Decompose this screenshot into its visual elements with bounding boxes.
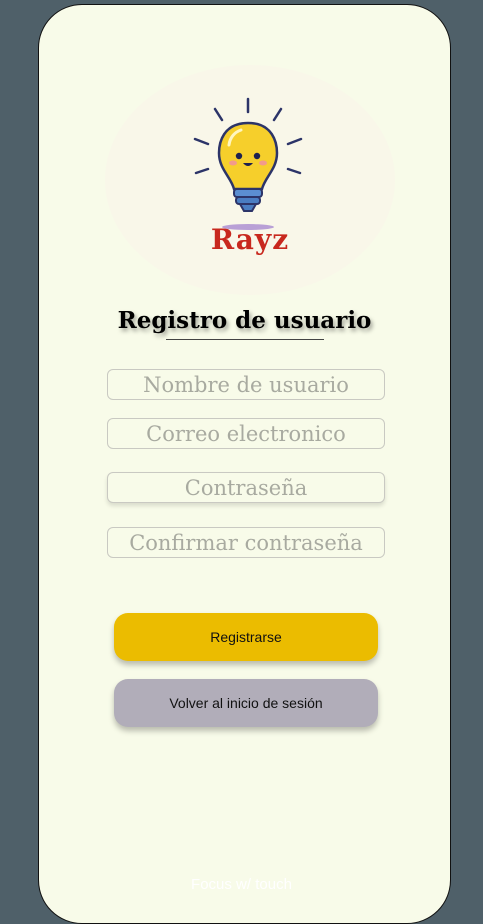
logo-text: Rayz xyxy=(210,223,290,256)
register-button[interactable]: Registrarse xyxy=(114,613,378,661)
username-field[interactable] xyxy=(107,369,385,400)
password-field[interactable] xyxy=(107,472,385,503)
page-title: Registro de usuario xyxy=(117,307,372,334)
confirm-password-field[interactable] xyxy=(107,527,385,558)
phone-screen: Rayz Registro de usuario Registrarse Vol… xyxy=(38,4,451,924)
email-field[interactable] xyxy=(107,418,385,449)
title-underline xyxy=(166,339,324,340)
lightbulb-icon xyxy=(193,97,303,230)
focus-hint: Focus w/ touch xyxy=(191,876,292,893)
logo: Rayz xyxy=(105,65,395,295)
back-to-login-button[interactable]: Volver al inicio de sesión xyxy=(114,679,378,727)
